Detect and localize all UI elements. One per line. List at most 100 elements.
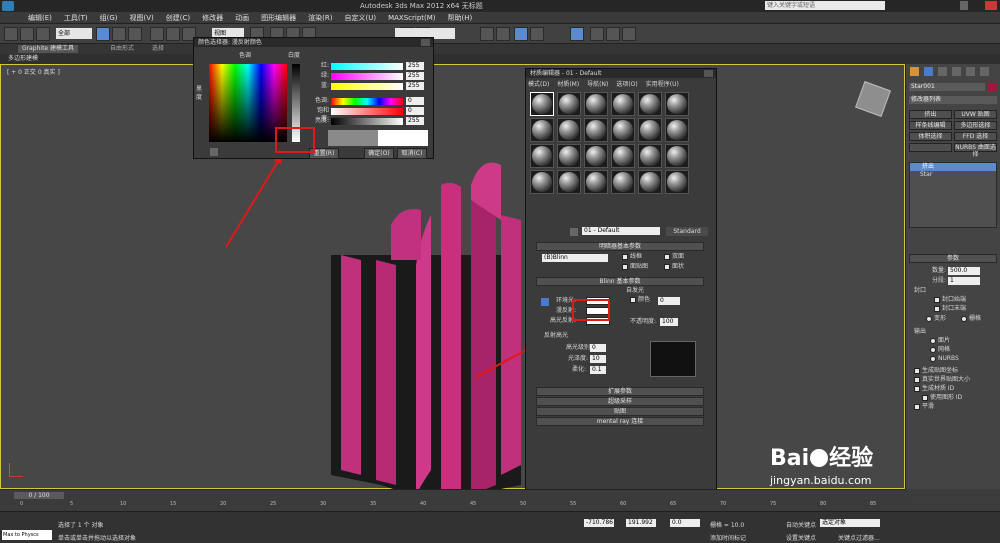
eyedropper-icon[interactable]	[210, 148, 218, 156]
channel-slider[interactable]	[331, 63, 403, 70]
tab-freeform[interactable]: 自由形式	[110, 45, 134, 53]
render-frame-icon[interactable]	[606, 27, 620, 41]
channel-slider[interactable]	[331, 108, 403, 115]
sample-slot[interactable]	[530, 118, 554, 142]
menu-item[interactable]: MAXScript(M)	[382, 12, 441, 24]
sample-slot[interactable]	[638, 118, 662, 142]
real-world-option[interactable]: 真实世界贴图大小	[914, 376, 970, 384]
curve-editor-icon[interactable]	[514, 27, 528, 41]
opacity-value[interactable]: 100	[660, 318, 678, 326]
search-input[interactable]: 键入关键字或短语	[765, 1, 885, 10]
sample-slot[interactable]	[611, 92, 635, 116]
face-map-option[interactable]: 面贴图	[622, 263, 648, 271]
modifier-button[interactable]: NURBS 曲面选择	[954, 143, 997, 158]
use-shape-ids-option[interactable]: 使用图形 ID	[922, 394, 962, 402]
close-icon[interactable]	[985, 1, 997, 10]
channel-value[interactable]: 255	[406, 62, 424, 70]
modifier-button[interactable]	[909, 143, 952, 152]
sample-slot[interactable]	[611, 144, 635, 168]
timeline[interactable]: 0 / 100 0 5 10 15 20 25 30 35 40 45 50 55 60 65 70 75 80…	[0, 489, 905, 511]
add-time-tag[interactable]: 添加时间标记	[710, 533, 746, 542]
selection-filter-dropdown[interactable]: 全部	[56, 28, 92, 39]
channel-value[interactable]: 0	[406, 97, 424, 105]
ribbon-sub-label[interactable]: 多边形建模	[8, 55, 38, 63]
self-illum-color-option[interactable]: 颜色	[630, 296, 650, 304]
rotate-icon[interactable]	[166, 27, 180, 41]
time-slider[interactable]: 0 / 100	[14, 492, 64, 499]
render-icon[interactable]	[622, 27, 636, 41]
sample-slot[interactable]	[665, 92, 689, 116]
link-icon[interactable]	[20, 27, 34, 41]
sample-slot[interactable]	[557, 144, 581, 168]
sample-slot[interactable]	[557, 118, 581, 142]
channel-slider[interactable]	[331, 98, 403, 105]
sample-slot[interactable]	[665, 144, 689, 168]
create-tab-icon[interactable]	[910, 67, 919, 76]
menu-item[interactable]: 编辑(E)	[22, 12, 58, 24]
sample-slot[interactable]	[638, 92, 662, 116]
stack-item-extrude[interactable]: 挤出	[910, 163, 996, 171]
material-type-button[interactable]: Standard	[666, 227, 708, 236]
maxscript-listener[interactable]: Max to Physcs	[2, 530, 52, 540]
grid-option[interactable]: 栅格	[961, 315, 981, 323]
morph-option[interactable]: 变形	[926, 315, 946, 323]
tab-selection[interactable]: 选择	[152, 45, 164, 53]
spec-level-value[interactable]: 0	[590, 344, 606, 352]
set-key-label[interactable]: 设置关键点	[786, 533, 816, 542]
params-rollout[interactable]: 参数	[909, 254, 997, 263]
menu-item[interactable]: 帮助(H)	[442, 12, 479, 24]
modifier-stack[interactable]: 挤出 Star	[909, 162, 997, 228]
material-menu-item[interactable]: 材质(M)	[557, 81, 579, 88]
auto-key-label[interactable]: 自动关键点	[786, 520, 816, 529]
ok-button[interactable]: 确定(O)	[364, 148, 394, 159]
sample-slot[interactable]	[665, 118, 689, 142]
sample-slot[interactable]	[611, 118, 635, 142]
ribbon-toggle-icon[interactable]	[496, 27, 510, 41]
undo-icon[interactable]	[4, 27, 18, 41]
cap-start-option[interactable]: 封口始端	[934, 296, 966, 304]
gen-mat-ids-option[interactable]: 生成材质 ID	[914, 385, 954, 393]
channel-value[interactable]: 255	[406, 117, 424, 125]
shader-rollout[interactable]: 明暗器基本参数	[536, 242, 704, 251]
motion-tab-icon[interactable]	[952, 67, 961, 76]
hierarchy-tab-icon[interactable]	[938, 67, 947, 76]
menu-item[interactable]: 动画	[229, 12, 255, 24]
y-coord-field[interactable]: 191.992	[626, 519, 656, 527]
sample-slot[interactable]	[584, 92, 608, 116]
mental-ray-rollout[interactable]: mental ray 连接	[536, 417, 704, 426]
x-coord-field[interactable]: -710.786	[584, 519, 614, 527]
sample-slot[interactable]	[611, 170, 635, 194]
key-filters-button[interactable]: 关键点过滤器...	[838, 533, 880, 542]
lock-icon[interactable]	[541, 298, 549, 306]
sample-slot[interactable]	[584, 170, 608, 194]
menu-item[interactable]: 组(G)	[94, 12, 124, 24]
object-color-swatch[interactable]	[988, 83, 997, 92]
z-coord-field[interactable]: 0.0	[670, 519, 700, 527]
tab-graphite[interactable]: Graphite 建模工具	[18, 45, 79, 53]
material-menu-item[interactable]: 模式(D)	[528, 81, 549, 88]
faceted-option[interactable]: 面状	[664, 263, 684, 271]
channel-value[interactable]: 0	[406, 107, 424, 115]
sample-slot[interactable]	[638, 144, 662, 168]
channel-slider[interactable]	[331, 83, 403, 90]
segments-value[interactable]: 1	[948, 277, 980, 285]
supersampling-rollout[interactable]: 超级采样	[536, 397, 704, 406]
app-logo-icon[interactable]	[2, 1, 14, 11]
modifier-button[interactable]: UVW 贴图	[954, 110, 997, 119]
modifier-button[interactable]: 体积选择	[909, 132, 952, 141]
output-patch-option[interactable]: 面片	[930, 337, 950, 345]
menu-item[interactable]: 视图(V)	[124, 12, 160, 24]
render-setup-icon[interactable]	[590, 27, 604, 41]
select-by-name-icon[interactable]	[112, 27, 126, 41]
gen-map-coords-option[interactable]: 生成贴图坐标	[914, 367, 958, 375]
smooth-option[interactable]: 平滑	[914, 403, 934, 411]
modifier-button[interactable]: FFD 选择	[954, 132, 997, 141]
sample-slot[interactable]	[557, 92, 581, 116]
object-name-field[interactable]: Star001	[909, 83, 985, 91]
soften-value[interactable]: 0.1	[590, 366, 606, 374]
sample-slot[interactable]	[665, 170, 689, 194]
cap-end-option[interactable]: 封口末端	[934, 305, 966, 313]
sample-slot[interactable]	[584, 118, 608, 142]
material-menu-item[interactable]: 导航(N)	[587, 81, 608, 88]
channel-slider[interactable]	[331, 73, 403, 80]
